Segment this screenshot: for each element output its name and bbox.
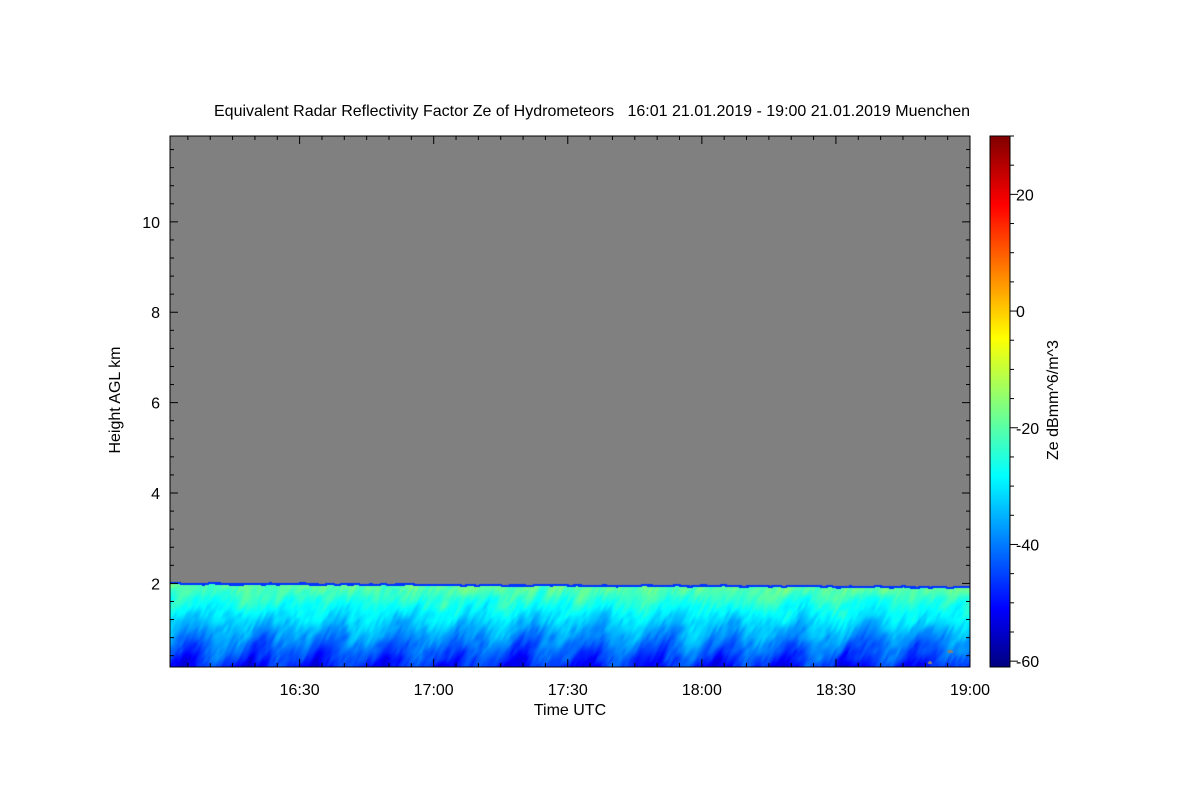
colorbar-tick-label: 0 — [1016, 304, 1025, 321]
x-tick-label: 18:00 — [682, 682, 722, 699]
x-tick-label: 16:30 — [280, 682, 320, 699]
x-tick-label: 18:30 — [816, 682, 856, 699]
y-tick-label: 6 — [151, 396, 160, 413]
colorbar-tick-label: 20 — [1016, 187, 1034, 204]
chart-title: Equivalent Radar Reflectivity Factor Ze … — [214, 103, 970, 120]
colorbar-label: Ze dBmm^6/m^3 — [1045, 340, 1062, 460]
y-tick-label: 8 — [151, 305, 160, 322]
colorbar-ticks: -60 -40 -20 0 20 — [1010, 135, 1039, 671]
x-tick-label: 17:00 — [414, 682, 454, 699]
y-tick-label: 4 — [151, 486, 160, 503]
radar-reflectivity-chart: Equivalent Radar Reflectivity Factor Ze … — [107, 103, 1062, 719]
colorbar-tick-label: -20 — [1016, 421, 1039, 438]
heatmap-layer — [170, 136, 970, 667]
colorbar — [989, 135, 1011, 668]
y-tick-label: 2 — [151, 576, 160, 593]
x-axis-label: Time UTC — [534, 702, 606, 719]
y-axis-label: Height AGL km — [107, 346, 124, 453]
x-tick-label: 17:30 — [548, 682, 588, 699]
y-tick-label: 10 — [142, 215, 160, 232]
colorbar-tick-label: -40 — [1016, 537, 1039, 554]
x-tick-label: 19:00 — [950, 682, 990, 699]
colorbar-tick-label: -60 — [1016, 654, 1039, 671]
